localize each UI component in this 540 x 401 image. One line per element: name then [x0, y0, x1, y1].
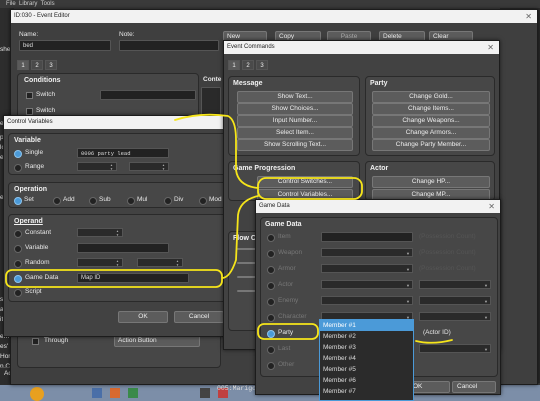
actor-id-underline	[415, 339, 453, 344]
annotation-overlay	[5, 113, 453, 344]
party-highlight	[257, 323, 319, 340]
connector-line	[174, 113, 259, 189]
connector-line	[221, 195, 259, 279]
control-variables-highlight	[257, 177, 363, 200]
game-data-highlight	[5, 269, 223, 288]
